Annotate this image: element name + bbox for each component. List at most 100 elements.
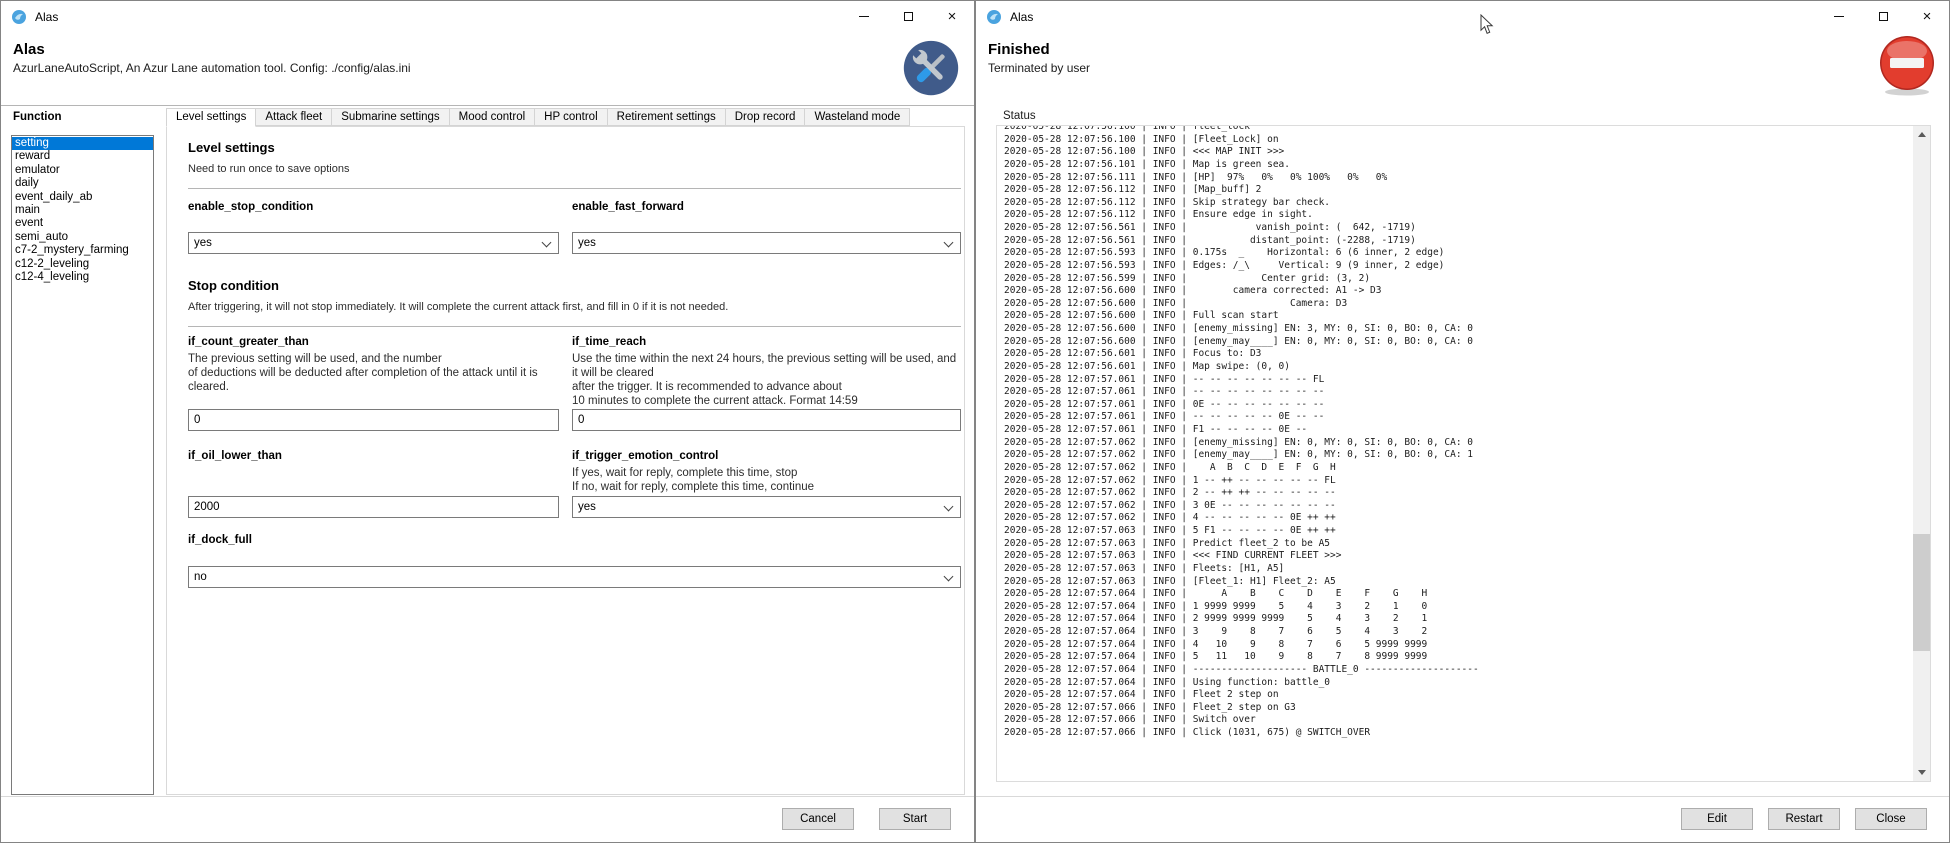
log-line: 2020-05-28 12:07:57.062 | INFO | 3 0E --… — [1004, 500, 1911, 513]
triangle-up-icon — [1918, 128, 1926, 137]
enable-stop-condition-select[interactable]: yes — [188, 232, 559, 254]
close-button[interactable]: × — [1905, 1, 1949, 32]
tab-bar[interactable]: Level settingsAttack fleetSubmarine sett… — [166, 108, 909, 127]
close-button[interactable]: × — [930, 1, 974, 32]
tab[interactable]: Mood control — [449, 108, 535, 126]
field-label: if_time_reach — [572, 335, 961, 349]
log-line: 2020-05-28 12:07:57.064 | INFO | Using f… — [1004, 677, 1911, 690]
alas-log-window: Alas × Finished Terminated by user Statu… — [975, 0, 1950, 843]
edit-button[interactable]: Edit — [1681, 808, 1753, 830]
if-count-greater-than-input[interactable] — [188, 409, 559, 431]
field-label: enable_stop_condition — [188, 200, 559, 214]
if-oil-lower-than-input[interactable] — [188, 496, 559, 518]
function-list-item[interactable]: event_daily_ab — [12, 191, 153, 204]
log-line: 2020-05-28 12:07:57.061 | INFO | 0E -- -… — [1004, 399, 1911, 412]
divider — [188, 188, 961, 189]
log-line: 2020-05-28 12:07:57.064 | INFO | A B C D… — [1004, 588, 1911, 601]
maximize-icon — [904, 12, 913, 21]
tab[interactable]: Retirement settings — [607, 108, 726, 126]
maximize-button[interactable] — [886, 1, 930, 32]
restart-button[interactable]: Restart — [1768, 808, 1840, 830]
scroll-down-button[interactable] — [1913, 764, 1930, 781]
log-line: 2020-05-28 12:07:57.061 | INFO | -- -- -… — [1004, 386, 1911, 399]
log-line: 2020-05-28 12:07:56.101 | INFO | Map is … — [1004, 159, 1911, 172]
function-list-item[interactable]: main — [12, 204, 153, 217]
log-line: 2020-05-28 12:07:56.112 | INFO | [Map_bu… — [1004, 184, 1911, 197]
select-value: no — [194, 571, 207, 583]
screenshot-stage: Alas × Alas AzurLaneAutoScript, An Azur … — [0, 0, 1950, 843]
minimize-button[interactable] — [842, 1, 886, 32]
stop-condition-title: Stop condition — [188, 278, 960, 294]
log-line: 2020-05-28 12:07:57.061 | INFO | -- -- -… — [1004, 374, 1911, 387]
log-line: 2020-05-28 12:07:57.064 | INFO | 2 9999 … — [1004, 613, 1911, 626]
field-if-trigger-emotion-control: if_trigger_emotion_control If yes, wait … — [572, 449, 961, 518]
log-line: 2020-05-28 12:07:57.066 | INFO | Fleet_2… — [1004, 702, 1911, 715]
caption-buttons: × — [1817, 1, 1949, 32]
log-scrollbar[interactable] — [1913, 126, 1930, 781]
function-list-item[interactable]: event — [12, 217, 153, 230]
log-line: 2020-05-28 12:07:56.112 | INFO | Skip st… — [1004, 197, 1911, 210]
field-enable-stop-condition: enable_stop_condition yes — [188, 200, 559, 254]
function-list-item[interactable]: c12-4_leveling — [12, 271, 153, 284]
scrollbar-thumb[interactable] — [1913, 534, 1930, 651]
field-label: enable_fast_forward — [572, 200, 961, 214]
log-line: 2020-05-28 12:07:57.063 | INFO | Fleets:… — [1004, 563, 1911, 576]
function-list-item[interactable]: semi_auto — [12, 231, 153, 244]
function-list[interactable]: settingrewardemulatordailyevent_daily_ab… — [11, 135, 154, 795]
log-line: 2020-05-28 12:07:56.561 | INFO | vanish_… — [1004, 222, 1911, 235]
page-subtitle: AzurLaneAutoScript, An Azur Lane automat… — [13, 61, 411, 75]
log-line: 2020-05-28 12:07:57.063 | INFO | [Fleet_… — [1004, 576, 1911, 589]
start-button[interactable]: Start — [879, 808, 951, 830]
stop-icon — [1875, 33, 1939, 97]
scroll-up-button[interactable] — [1913, 126, 1930, 143]
tab[interactable]: HP control — [534, 108, 607, 126]
field-label: if_dock_full — [188, 533, 961, 547]
log-line: 2020-05-28 12:07:57.064 | INFO | 4 10 9 … — [1004, 639, 1911, 652]
log-line: 2020-05-28 12:07:56.600 | INFO | [enemy_… — [1004, 323, 1911, 336]
field-desc: The previous setting will be used, and t… — [188, 353, 559, 395]
titlebar[interactable]: Alas × — [1, 1, 974, 33]
stop-condition-desc: After triggering, it will not stop immed… — [188, 300, 960, 314]
tab[interactable]: Attack fleet — [255, 108, 332, 126]
log-line: 2020-05-28 12:07:57.063 | INFO | Predict… — [1004, 538, 1911, 551]
log-panel: 2020-05-28 12:07:56.100 | INFO | fleet_l… — [996, 125, 1931, 782]
app-icon — [11, 9, 27, 25]
triangle-down-icon — [1918, 770, 1926, 779]
function-list-item[interactable]: daily — [12, 177, 153, 190]
log-line: 2020-05-28 12:07:57.064 | INFO | Fleet 2… — [1004, 689, 1911, 702]
function-list-item[interactable]: c7-2_mystery_farming — [12, 244, 153, 257]
log-line: 2020-05-28 12:07:57.063 | INFO | <<< FIN… — [1004, 550, 1911, 563]
titlebar[interactable]: Alas × — [976, 1, 1949, 33]
tab[interactable]: Submarine settings — [331, 108, 449, 126]
tab[interactable]: Wasteland mode — [804, 108, 910, 126]
log-line: 2020-05-28 12:07:57.061 | INFO | F1 -- -… — [1004, 424, 1911, 437]
if-trigger-emotion-control-select[interactable]: yes — [572, 496, 961, 518]
maximize-button[interactable] — [1861, 1, 1905, 32]
close-log-button[interactable]: Close — [1855, 808, 1927, 830]
log-line: 2020-05-28 12:07:57.062 | INFO | 2 -- ++… — [1004, 487, 1911, 500]
function-list-item[interactable]: emulator — [12, 164, 153, 177]
select-value: yes — [194, 237, 212, 249]
if-dock-full-select[interactable]: no — [188, 566, 961, 588]
minimize-button[interactable] — [1817, 1, 1861, 32]
log-line: 2020-05-28 12:07:56.601 | INFO | Focus t… — [1004, 348, 1911, 361]
log-output[interactable]: 2020-05-28 12:07:56.100 | INFO | fleet_l… — [1004, 125, 1911, 781]
tab[interactable]: Drop record — [725, 108, 806, 126]
function-list-item[interactable]: setting — [12, 137, 153, 150]
function-list-item[interactable]: c12-2_leveling — [12, 258, 153, 271]
left-footer: Cancel Start — [1, 796, 974, 842]
log-line: 2020-05-28 12:07:57.062 | INFO | 4 -- --… — [1004, 512, 1911, 525]
log-line: 2020-05-28 12:07:57.062 | INFO | A B C D… — [1004, 462, 1911, 475]
log-line: 2020-05-28 12:07:57.064 | INFO | -------… — [1004, 664, 1911, 677]
if-time-reach-input[interactable] — [572, 409, 961, 431]
header-divider — [1, 105, 974, 106]
field-desc: If yes, wait for reply, complete this ti… — [572, 467, 961, 495]
log-line: 2020-05-28 12:07:57.066 | INFO | Click (… — [1004, 727, 1911, 740]
cancel-button[interactable]: Cancel — [782, 808, 854, 830]
tab[interactable]: Level settings — [166, 108, 256, 127]
chevron-down-icon — [944, 501, 954, 511]
enable-fast-forward-select[interactable]: yes — [572, 232, 961, 254]
app-icon — [986, 9, 1002, 25]
log-line: 2020-05-28 12:07:57.063 | INFO | 5 F1 --… — [1004, 525, 1911, 538]
function-list-item[interactable]: reward — [12, 150, 153, 163]
